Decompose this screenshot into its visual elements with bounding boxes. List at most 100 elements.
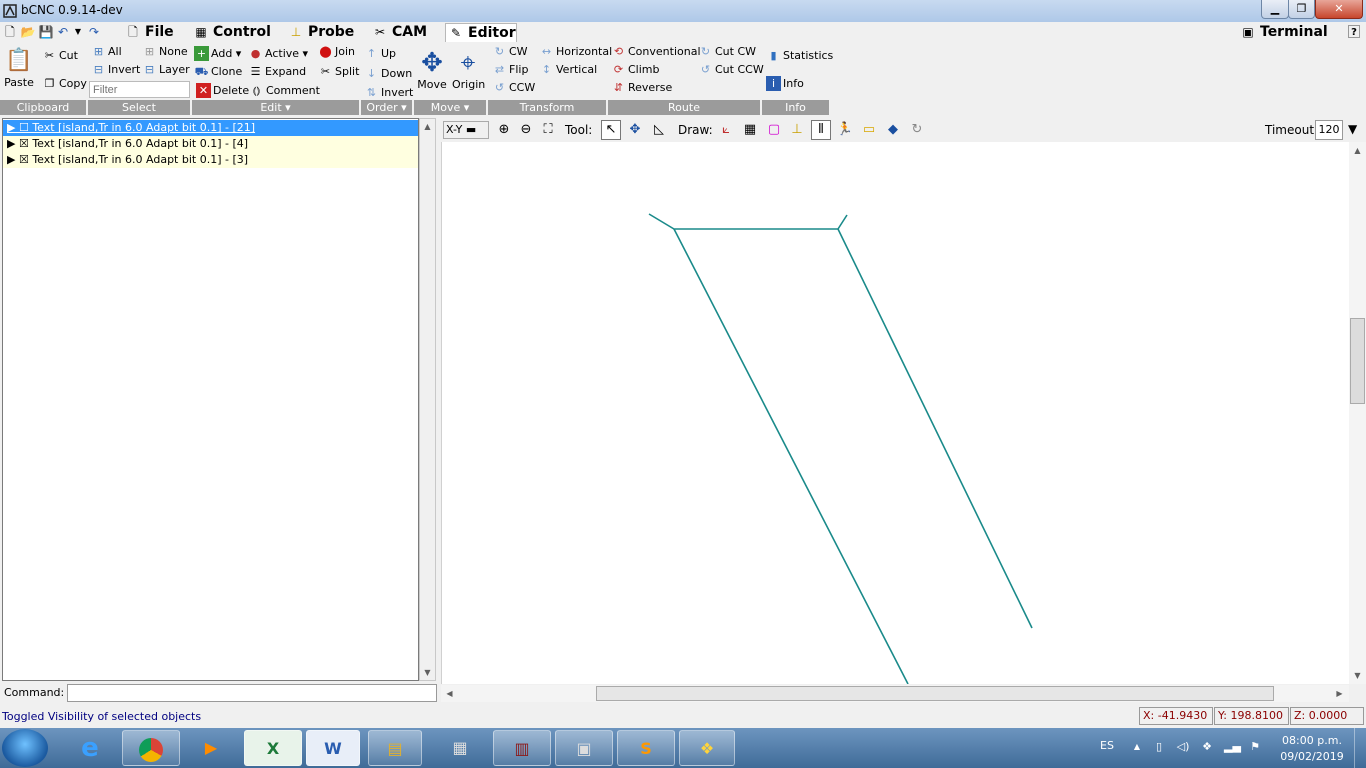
- sublime-text-icon[interactable]: S: [617, 730, 675, 766]
- tree-item[interactable]: ▶ ☒ Text [island,Tr in 6.0 Adapt bit 0.1…: [3, 152, 418, 168]
- conventional-button[interactable]: ⟲ Conventional: [611, 43, 701, 60]
- excel-icon[interactable]: X: [244, 730, 302, 766]
- new-file-icon[interactable]: 🗋: [2, 24, 18, 40]
- clock-time[interactable]: 08:00 p.m.: [1280, 734, 1344, 747]
- scroll-left-icon[interactable]: ◀: [442, 686, 457, 701]
- reverse-button[interactable]: ⇵ Reverse: [611, 79, 672, 96]
- order-down-button[interactable]: ↓ Down: [364, 65, 412, 82]
- workarea-icon[interactable]: ▭: [859, 120, 879, 140]
- ruler-icon[interactable]: ◺: [649, 120, 669, 140]
- canvas-vertical-scrollbar[interactable]: ▲ ▼: [1349, 142, 1366, 684]
- mirror-horizontal-button[interactable]: ↔ Horizontal: [539, 43, 612, 60]
- statistics-button[interactable]: ▮ Statistics: [766, 47, 833, 64]
- maximize-button[interactable]: ❐: [1288, 0, 1315, 19]
- paste-button[interactable]: 📋 Paste: [3, 46, 35, 89]
- select-pointer-icon[interactable]: ↖: [601, 120, 621, 140]
- media-player-icon[interactable]: ▶: [183, 730, 239, 766]
- clock-date[interactable]: 09/02/2019: [1280, 750, 1344, 763]
- info-button[interactable]: i Info: [766, 75, 804, 92]
- scroll-down-icon[interactable]: ▼: [1350, 668, 1365, 683]
- tree-item[interactable]: ▶ ☒ Text [island,Tr in 6.0 Adapt bit 0.1…: [3, 136, 418, 152]
- scroll-thumb[interactable]: [1350, 318, 1365, 404]
- tree-scrollbar[interactable]: ▲ ▼: [419, 118, 436, 681]
- tab-control[interactable]: ▦ Control: [191, 23, 271, 42]
- order-invert-button[interactable]: ⇅ Invert: [364, 84, 413, 101]
- tab-file[interactable]: 🗋 File: [123, 23, 173, 42]
- redo-icon[interactable]: ↷: [86, 24, 102, 40]
- move-group-label[interactable]: Move ▾: [414, 100, 487, 115]
- pan-icon[interactable]: ✥: [625, 120, 645, 140]
- mirror-vertical-button[interactable]: ↕ Vertical: [539, 61, 597, 78]
- grid-icon[interactable]: ▦: [740, 120, 760, 140]
- scroll-up-icon[interactable]: ▲: [420, 119, 435, 134]
- save-icon[interactable]: 💾: [38, 24, 54, 40]
- tree-item[interactable]: ▶ ☐ Text [island,Tr in 6.0 Adapt bit 0.1…: [3, 120, 418, 136]
- command-input[interactable]: [67, 684, 437, 702]
- calculator-icon[interactable]: ▦: [431, 730, 489, 766]
- scroll-right-icon[interactable]: ▶: [1332, 686, 1347, 701]
- copy-button[interactable]: ❐ Copy: [42, 75, 87, 92]
- timeout-input[interactable]: 120: [1315, 120, 1343, 140]
- scroll-thumb[interactable]: [596, 686, 1274, 701]
- edit-group-label[interactable]: Edit ▾: [192, 100, 360, 115]
- canvas-horizontal-scrollbar[interactable]: ◀ ▶: [441, 685, 1349, 702]
- show-desktop-button[interactable]: [1354, 728, 1366, 768]
- tab-editor[interactable]: ✎ Editor: [445, 23, 517, 42]
- clone-button[interactable]: ⛟ Clone: [194, 63, 243, 80]
- tray-expand-icon[interactable]: ▲: [1130, 740, 1144, 754]
- view-select[interactable]: X-Y ▬: [443, 121, 489, 139]
- control-panel-icon[interactable]: ▣: [555, 730, 613, 766]
- paths-icon[interactable]: ⦀: [811, 120, 831, 140]
- file-explorer-icon[interactable]: ▤: [368, 730, 422, 766]
- origin-button[interactable]: ⌖ Origin: [452, 48, 485, 91]
- select-invert-button[interactable]: ⊟ Invert: [91, 61, 140, 78]
- expand-button[interactable]: ☰ Expand: [248, 63, 307, 80]
- cut-cw-button[interactable]: ↻ Cut CW: [698, 43, 756, 60]
- zoom-out-icon[interactable]: ⊖: [516, 120, 536, 140]
- start-button[interactable]: [2, 729, 48, 767]
- volume-icon[interactable]: ◁): [1176, 740, 1190, 754]
- device-icon[interactable]: ▯: [1152, 740, 1166, 754]
- input-language[interactable]: ES: [1100, 739, 1114, 752]
- flip-button[interactable]: ⇄ Flip: [492, 61, 529, 78]
- probe-draw-icon[interactable]: ⊥: [787, 120, 807, 140]
- select-layer-button[interactable]: ⊟ Layer: [142, 61, 190, 78]
- tab-probe[interactable]: ⊥ Probe: [286, 23, 355, 42]
- add-button[interactable]: + Add ▾: [194, 45, 241, 62]
- select-none-button[interactable]: ⊞ None: [142, 43, 188, 60]
- select-all-button[interactable]: ⊞ All: [91, 43, 122, 60]
- dropbox-icon[interactable]: ❖: [1200, 740, 1214, 754]
- help-icon[interactable]: ?: [1348, 25, 1360, 38]
- axes-icon[interactable]: ⟀: [716, 120, 736, 140]
- tab-terminal[interactable]: ▣ Terminal: [1238, 23, 1327, 42]
- zoom-in-icon[interactable]: ⊕: [494, 120, 514, 140]
- redraw-icon[interactable]: ↻: [907, 120, 927, 140]
- python-icon[interactable]: ❖: [679, 730, 735, 766]
- tab-cam[interactable]: ✂ CAM: [370, 23, 427, 42]
- delete-button[interactable]: ✕ Delete: [196, 82, 249, 99]
- active-button[interactable]: ● Active ▾: [248, 45, 308, 62]
- drawing-canvas[interactable]: [441, 142, 1349, 685]
- close-button[interactable]: ✕: [1315, 0, 1363, 19]
- scroll-up-icon[interactable]: ▲: [1350, 143, 1365, 158]
- chrome-icon[interactable]: [122, 730, 180, 766]
- order-group-label[interactable]: Order ▾: [361, 100, 413, 115]
- order-up-button[interactable]: ↑ Up: [364, 45, 396, 62]
- action-center-flag-icon[interactable]: ⚑: [1248, 740, 1262, 754]
- network-icon[interactable]: ▂▄: [1224, 740, 1241, 754]
- winrar-icon[interactable]: ▥: [493, 730, 551, 766]
- minimize-button[interactable]: ▁: [1261, 0, 1289, 19]
- margins-icon[interactable]: ▢: [764, 120, 784, 140]
- undo-dropdown-icon[interactable]: ▼: [70, 24, 86, 40]
- undo-icon[interactable]: ↶: [55, 24, 71, 40]
- comment-button[interactable]: ⦅⦆ Comment: [249, 82, 320, 99]
- move-button[interactable]: ✥ Move: [416, 48, 448, 91]
- scroll-down-icon[interactable]: ▼: [420, 665, 435, 680]
- rotate-cw-button[interactable]: ↻ CW: [492, 43, 528, 60]
- word-icon[interactable]: W: [306, 730, 360, 766]
- rapid-icon[interactable]: 🏃: [835, 120, 855, 140]
- internet-explorer-icon[interactable]: e: [62, 730, 118, 766]
- climb-button[interactable]: ⟳ Climb: [611, 61, 660, 78]
- join-button[interactable]: ⬤ Join: [318, 43, 355, 60]
- open-folder-icon[interactable]: 📂: [20, 24, 36, 40]
